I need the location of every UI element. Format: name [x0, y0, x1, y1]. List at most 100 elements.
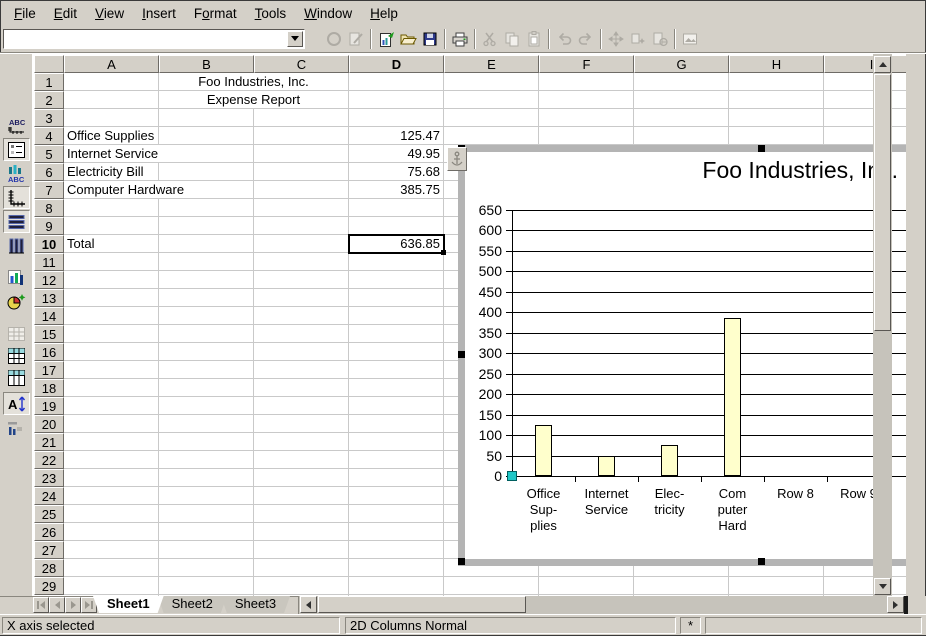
sheet-tab[interactable]: Sheet1 — [93, 596, 164, 613]
cut-icon[interactable] — [479, 28, 501, 50]
new-document-icon[interactable] — [375, 28, 397, 50]
y-axis[interactable] — [512, 210, 513, 477]
gallery-icon[interactable] — [679, 28, 701, 50]
column-header[interactable]: C — [254, 55, 349, 73]
row-header[interactable]: 2 — [34, 91, 64, 109]
menu-item[interactable]: Edit — [45, 4, 86, 23]
chart-bar[interactable] — [535, 425, 552, 476]
row-header[interactable]: 13 — [34, 289, 64, 307]
scrollbar-split-box[interactable] — [904, 596, 908, 614]
scroll-up-button[interactable] — [874, 56, 891, 73]
row-header[interactable]: 12 — [34, 271, 64, 289]
autoformat-chart-icon[interactable] — [3, 290, 30, 313]
data-in-rows-icon[interactable] — [3, 344, 30, 367]
data-in-columns-icon[interactable] — [3, 366, 30, 389]
chart-bar[interactable] — [724, 318, 741, 476]
save-icon[interactable] — [419, 28, 441, 50]
url-combobox[interactable] — [3, 29, 305, 49]
column-header[interactable]: D — [349, 55, 444, 73]
sheet-cell[interactable]: Computer Hardware — [64, 181, 187, 198]
menu-item[interactable]: View — [86, 4, 133, 23]
hyperlink-icon[interactable] — [649, 28, 671, 50]
row-header[interactable]: 23 — [34, 469, 64, 487]
menu-item[interactable]: Format — [185, 4, 246, 23]
hscroll-thumb[interactable] — [318, 596, 526, 613]
sheet-cell[interactable]: Electricity Bill — [64, 163, 158, 180]
row-header[interactable]: 26 — [34, 523, 64, 541]
column-header[interactable]: H — [729, 55, 824, 73]
sheet-cell[interactable]: Expense Report — [159, 91, 348, 108]
sheet-tab[interactable]: Sheet3 — [221, 596, 290, 613]
redo-icon[interactable] — [575, 28, 597, 50]
object-selection-handle[interactable] — [458, 558, 465, 565]
scroll-down-button[interactable] — [874, 578, 891, 595]
undo-icon[interactable] — [553, 28, 575, 50]
sheet-tab[interactable]: Sheet2 — [158, 596, 227, 613]
print-icon[interactable] — [449, 28, 471, 50]
row-header[interactable]: 19 — [34, 397, 64, 415]
column-header[interactable]: F — [539, 55, 634, 73]
row-header[interactable]: 11 — [34, 253, 64, 271]
sheet-cell[interactable]: 385.75 — [349, 181, 443, 198]
chart-object[interactable]: Foo Industries, Inc. 0501001502002503003… — [458, 145, 906, 566]
scale-text-icon[interactable]: A — [3, 392, 30, 415]
object-selection-handle[interactable] — [758, 558, 765, 565]
chart-bar[interactable] — [598, 456, 615, 476]
url-input[interactable] — [4, 30, 286, 48]
open-icon[interactable] — [397, 28, 419, 50]
menu-item[interactable]: File — [5, 4, 45, 23]
column-header[interactable]: A — [64, 55, 159, 73]
row-header[interactable]: 5 — [34, 145, 64, 163]
copy-icon[interactable] — [501, 28, 523, 50]
x-axis-selection-handle[interactable] — [507, 471, 517, 481]
row-header[interactable]: 1 — [34, 73, 64, 91]
row-header[interactable]: 21 — [34, 433, 64, 451]
row-header[interactable]: 20 — [34, 415, 64, 433]
chart-title[interactable]: Foo Industries, Inc. — [702, 157, 898, 184]
url-dropdown-button[interactable] — [287, 31, 303, 47]
stylist-icon[interactable] — [627, 28, 649, 50]
legend-onoff-icon[interactable] — [3, 138, 30, 161]
row-header[interactable]: 17 — [34, 361, 64, 379]
sheet-cell[interactable]: Internet Service — [64, 145, 161, 162]
sheet-cell[interactable]: Foo Industries, Inc. — [159, 73, 348, 90]
horizontal-grid-icon[interactable] — [3, 210, 30, 233]
previous-sheet-button[interactable] — [49, 597, 65, 613]
column-header[interactable]: B — [159, 55, 254, 73]
sheet-cell[interactable]: Office Supplies — [64, 127, 158, 144]
scroll-left-button[interactable] — [300, 596, 317, 613]
row-header[interactable]: 8 — [34, 199, 64, 217]
row-header[interactable]: 18 — [34, 379, 64, 397]
selected-cell-border[interactable] — [348, 234, 445, 254]
select-all-corner[interactable] — [34, 55, 64, 73]
vertical-scrollbar[interactable] — [873, 54, 906, 596]
axes-title-onoff-icon[interactable]: ABC — [3, 162, 30, 185]
row-header[interactable]: 14 — [34, 307, 64, 325]
column-header[interactable]: E — [444, 55, 539, 73]
chart-bar[interactable] — [661, 445, 678, 476]
row-header[interactable]: 16 — [34, 343, 64, 361]
vertical-grid-icon[interactable] — [3, 234, 30, 257]
stop-icon[interactable] — [323, 28, 345, 50]
column-header[interactable]: G — [634, 55, 729, 73]
chart-anchor-icon[interactable] — [447, 147, 467, 171]
titles-onoff-icon[interactable]: ABC — [3, 114, 30, 137]
axes-onoff-icon[interactable] — [3, 186, 30, 209]
row-header[interactable]: 25 — [34, 505, 64, 523]
sheet-cell[interactable]: 49.95 — [349, 145, 443, 162]
sheet-cell[interactable]: Total — [64, 235, 158, 252]
row-header[interactable]: 22 — [34, 451, 64, 469]
scroll-right-button[interactable] — [887, 596, 904, 613]
row-header[interactable]: 10 — [34, 235, 64, 253]
row-header[interactable]: 28 — [34, 559, 64, 577]
row-header[interactable]: 15 — [34, 325, 64, 343]
menu-item[interactable]: Help — [361, 4, 407, 23]
selection-fill-handle[interactable] — [441, 250, 446, 255]
navigator-icon[interactable] — [605, 28, 627, 50]
next-sheet-button[interactable] — [65, 597, 81, 613]
row-header[interactable]: 3 — [34, 109, 64, 127]
object-selection-handle[interactable] — [758, 145, 765, 152]
row-header[interactable]: 9 — [34, 217, 64, 235]
row-header[interactable]: 4 — [34, 127, 64, 145]
row-header[interactable]: 24 — [34, 487, 64, 505]
